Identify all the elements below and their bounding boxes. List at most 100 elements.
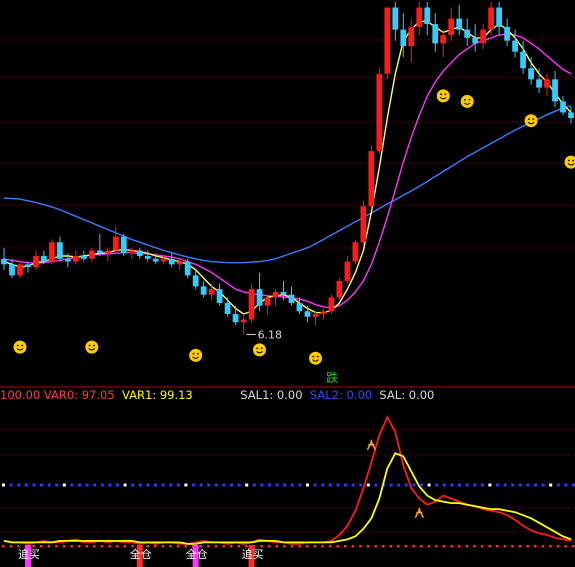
level-dot [389,483,393,487]
level-dot [78,483,81,487]
candle-body [168,258,175,265]
candle-body [57,242,63,259]
level-dot [488,483,492,487]
candle [312,311,319,326]
candle-body [456,18,463,30]
baseline-dot [556,545,560,548]
smiley-icon [309,351,322,365]
baseline-dot [351,545,355,548]
baseline-dot [100,545,104,548]
candle-body [376,73,383,152]
baseline-dot [404,545,408,548]
level-dot [207,483,211,487]
level-dot [222,483,226,487]
candle-body [96,250,103,254]
level-dot [169,483,173,487]
baseline-dot [397,545,400,548]
candle [376,68,383,154]
candle [360,200,367,245]
baseline-dot [78,545,81,548]
baseline-dot [374,545,377,548]
smiley-eye [468,98,471,101]
baseline-dot [549,545,552,548]
smiley-icon [253,343,266,357]
level-dot [351,483,355,487]
level-dot [275,483,279,487]
candle-body [512,40,518,52]
candle-body [112,236,119,251]
candle [272,289,279,306]
level-dot [450,483,454,487]
level-dot [230,483,233,487]
candle-body [17,264,23,276]
candle-body [336,280,343,298]
series-var1 [3,452,572,545]
baseline-dot [62,545,66,548]
level-dot [108,483,112,487]
baseline-dot [473,545,476,548]
series-var0 [3,415,572,545]
candle-body [416,7,423,27]
smiley-face [189,348,203,362]
level-dot [40,483,43,487]
smiley-eye [440,93,442,96]
baseline-dot [526,545,529,548]
candle [248,283,255,323]
baseline-dot [488,545,491,548]
candle-body [448,18,455,36]
baseline-dot [427,545,431,548]
candle [176,258,183,270]
smiley-eye [444,93,447,96]
baseline-dot [465,545,469,548]
candle [392,2,399,41]
level-dot [496,483,499,487]
baseline-dot [230,545,233,548]
level-dot [549,483,553,487]
candle-body [536,79,542,88]
candle-body [464,29,471,38]
baseline-dot [359,545,362,548]
candle [240,314,247,335]
smiley-eye [93,344,95,347]
smiley-eye [260,347,263,350]
candle-body [9,264,15,276]
marker-label: 全仓 [130,547,152,561]
runner-shape [414,507,425,519]
level-dot [138,483,142,487]
level-dot [473,483,477,487]
baseline-dot [93,545,96,548]
candle [9,258,15,279]
candle [33,250,39,270]
candle [352,239,359,265]
baseline-dot [214,545,218,548]
level-dot [2,483,5,487]
baseline-dot [313,545,317,548]
candle [328,294,335,315]
level-dot [184,483,188,487]
candle [1,247,7,270]
level-dot [290,483,294,487]
baseline-dot [420,545,423,548]
level-dot [404,483,408,487]
level-dot [9,483,13,487]
candle [408,18,415,63]
baseline-dot [116,545,119,548]
baseline-dot [161,545,165,548]
level-dot [435,483,439,487]
candle [504,18,510,47]
legend-sal: SAL: 0.00 [379,388,435,402]
candle-body [288,294,295,303]
smiley-icon [85,340,99,354]
smiley-icon [436,89,450,103]
ma-lines [3,20,572,315]
candle-body [184,261,191,276]
level-dot [55,483,59,487]
baseline-dot [534,545,537,548]
baseline-dot [450,545,453,548]
candle-body [304,311,311,317]
baseline-dot [283,545,286,548]
level-dot [176,483,180,487]
baseline-dot [2,545,5,548]
legend-var1: VAR1: 99.13 [121,388,193,402]
smiley-eye [192,352,195,355]
